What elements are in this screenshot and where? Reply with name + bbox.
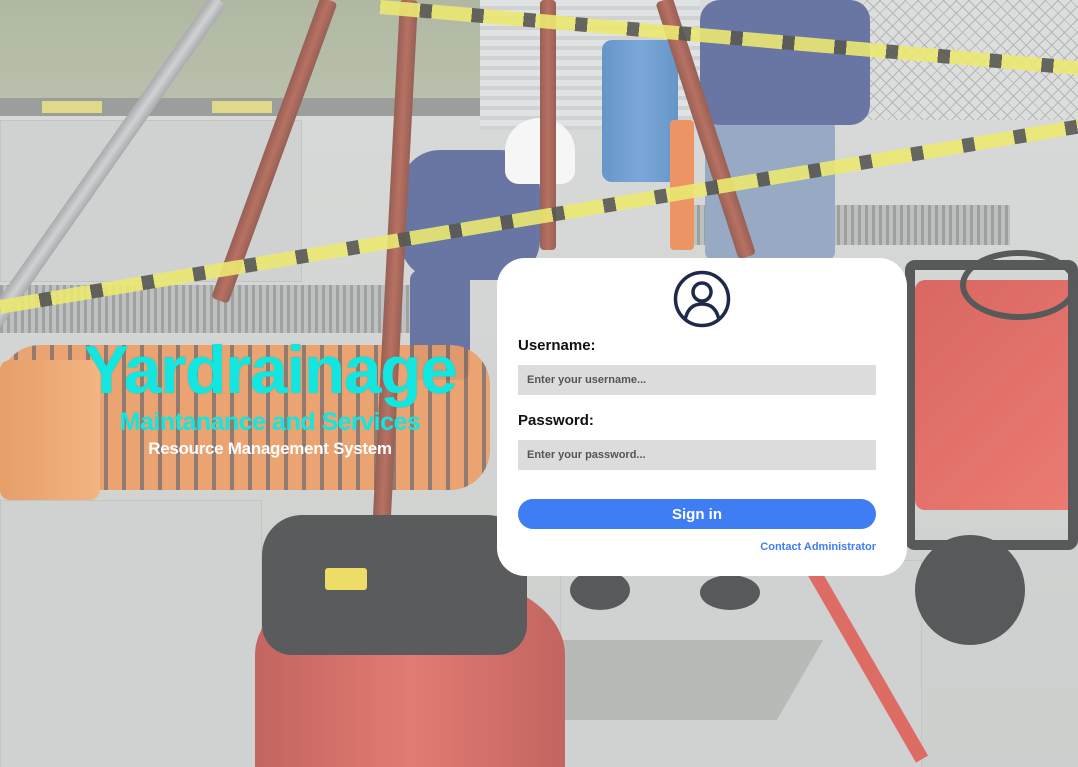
login-card: Username: Password: Sign in Contact Admi… [497, 258, 907, 576]
brand-system-name: Resource Management System [148, 439, 392, 458]
contact-administrator-link[interactable]: Contact Administrator [760, 541, 876, 553]
username-label: Username: [518, 337, 596, 354]
password-label: Password: [518, 412, 594, 429]
brand-subtitle: Maintanance and Services [119, 408, 421, 436]
username-input[interactable] [518, 365, 876, 395]
brand-title: Yardrainage [83, 332, 458, 408]
user-circle-icon [673, 270, 731, 328]
brand-block: Yardrainage Maintanance and Services Res… [60, 328, 480, 459]
password-input[interactable] [518, 440, 876, 470]
sign-in-button[interactable]: Sign in [518, 499, 876, 529]
